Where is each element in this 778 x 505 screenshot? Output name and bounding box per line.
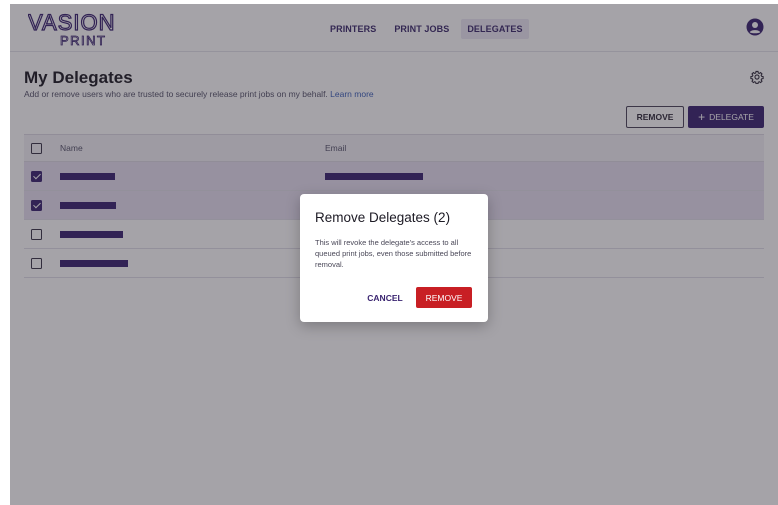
dialog-message: This will revoke the delegate's access t…	[315, 238, 472, 269]
remove-delegates-dialog: Remove Delegates (2) This will revoke th…	[300, 194, 488, 322]
confirm-remove-button[interactable]: REMOVE	[416, 287, 472, 308]
app-window: VASION PRINT PRINTERS PRINT JOBS DELEGAT…	[10, 4, 778, 505]
cancel-button[interactable]: CANCEL	[361, 287, 409, 308]
dialog-title: Remove Delegates (2)	[315, 210, 451, 225]
